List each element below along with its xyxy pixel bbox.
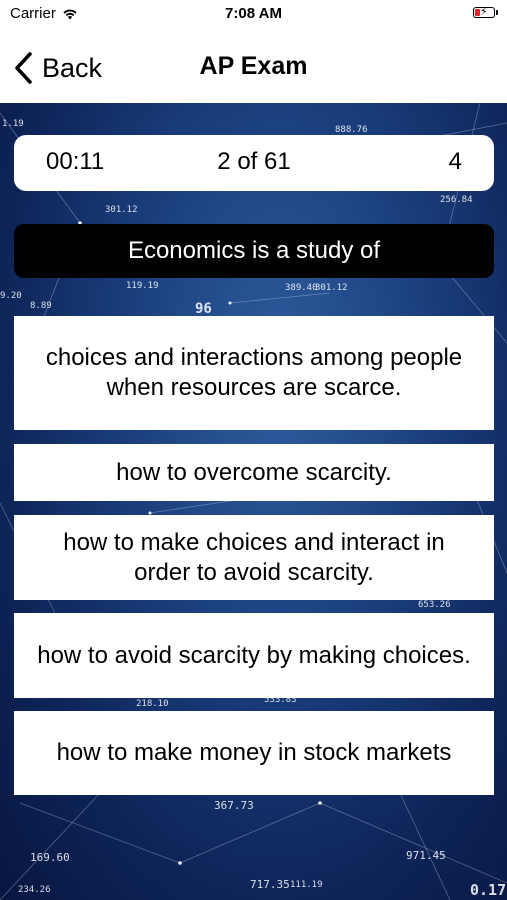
answer-option-4[interactable]: how to avoid scarcity by making choices. bbox=[14, 613, 494, 698]
answer-text: how to avoid scarcity by making choices. bbox=[37, 641, 471, 669]
bg-number: 717.35 bbox=[250, 878, 290, 891]
bg-number: 367.73 bbox=[214, 799, 254, 812]
question-progress-label: 2 of 61 bbox=[217, 148, 291, 175]
bg-number: 9.20 bbox=[0, 291, 22, 301]
bg-number: 971.45 bbox=[406, 849, 446, 862]
bg-number: 96 bbox=[195, 301, 212, 317]
bg-number: 256.84 bbox=[440, 195, 473, 205]
bg-number: 8.89 bbox=[30, 301, 52, 311]
bg-number: 1.19 bbox=[2, 119, 24, 129]
question-text: Economics is a study of bbox=[127, 237, 381, 264]
page-title: AP Exam bbox=[199, 52, 308, 80]
bg-number: 218.10 bbox=[136, 699, 169, 709]
answer-option-5[interactable]: how to make money in stock markets bbox=[14, 711, 494, 795]
answer-option-1[interactable]: choices and interactions among people wh… bbox=[14, 316, 494, 430]
battery-icon: ⚡ bbox=[473, 6, 498, 18]
status-bar: Carrier 7:08 AM ⚡ bbox=[0, 0, 507, 28]
bg-number: 119.19 bbox=[126, 281, 159, 291]
bg-number: 0.17 bbox=[470, 881, 507, 899]
answer-text: choices and interactions among people wh… bbox=[45, 344, 463, 401]
bg-number: 888.76 bbox=[335, 125, 368, 135]
bg-number: 301.12 bbox=[315, 283, 348, 293]
bg-number: 169.60 bbox=[30, 851, 70, 864]
status-time: 7:08 AM bbox=[225, 5, 282, 22]
answer-option-3[interactable]: how to make choices and interact in orde… bbox=[14, 515, 494, 600]
bg-number: 301.12 bbox=[105, 205, 138, 215]
quiz-info-bar: 00:11 2 of 61 4 bbox=[14, 135, 494, 191]
quiz-content: 1.19 888.76 256.84 301.12 119.19 389.40 … bbox=[0, 103, 507, 900]
bg-number: 234.26 bbox=[18, 885, 51, 895]
answer-text: how to make choices and interact in orde… bbox=[63, 528, 445, 586]
answer-text: how to make money in stock markets bbox=[56, 739, 452, 766]
question-box: Economics is a study of bbox=[14, 224, 494, 278]
bg-number: 389.40 bbox=[285, 283, 318, 293]
score-label: 4 bbox=[448, 148, 462, 175]
answer-option-2[interactable]: how to overcome scarcity. bbox=[14, 444, 494, 501]
navigation-bar: Back AP Exam bbox=[0, 28, 507, 103]
answer-text: how to overcome scarcity. bbox=[116, 458, 392, 486]
bg-number: 111.19 bbox=[290, 880, 323, 890]
bg-number: 653.26 bbox=[418, 600, 451, 610]
